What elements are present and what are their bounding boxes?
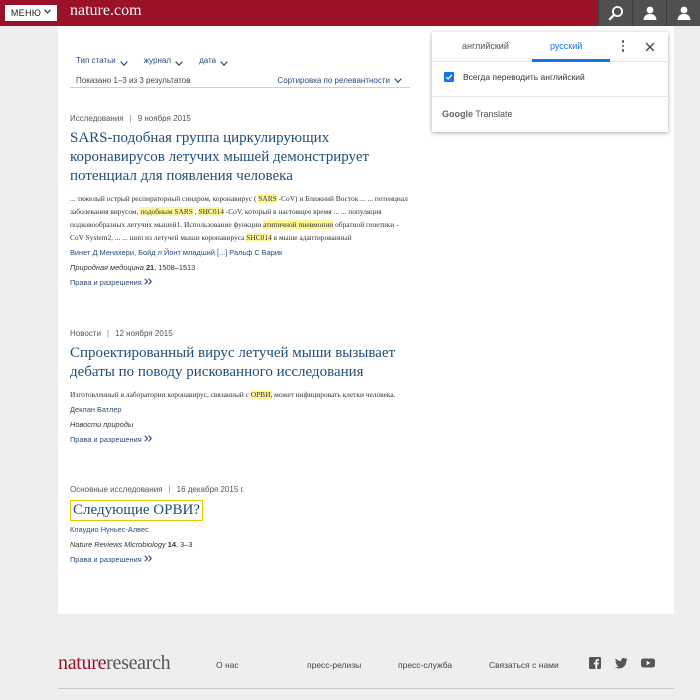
search-button[interactable] — [598, 0, 632, 26]
journal-name: Nature Reviews Microbiology — [70, 540, 166, 549]
author-link[interactable]: Клаудио Нуньес-Алвес — [70, 525, 149, 534]
youtube-icon[interactable] — [641, 656, 655, 668]
twitter-icon[interactable] — [615, 656, 628, 669]
article-title-link[interactable]: SARS-подобная группа циркулирующих корон… — [70, 129, 410, 186]
article-authors: Деклан Батлер — [70, 405, 410, 414]
chevron-down-icon — [119, 59, 128, 68]
menu-button[interactable]: МЕНЮ — [5, 5, 57, 21]
footer-divider — [58, 688, 674, 689]
always-translate-label: Всегда переводить английский — [463, 72, 585, 82]
filter-date[interactable]: дата — [199, 56, 228, 68]
article-authors: Винет Д Менахери, Бойд л Йонт младший [.… — [70, 248, 283, 257]
highlight: атипичной пневмонии — [263, 220, 334, 229]
footer-social-links — [589, 656, 655, 669]
article-authors: Клаудио Нуньес-Алвес — [70, 525, 410, 534]
search-result: Новости | 12 ноября 2015 Спроектированный … — [70, 329, 410, 444]
footer-link-press-releases[interactable]: пресс-релизы — [307, 660, 361, 670]
article-journal: Природная медицина 21, 1508–1513 — [70, 263, 410, 272]
filter-label: журнал — [143, 56, 172, 65]
filter-bar: Тип статьи журнал дата — [76, 56, 244, 68]
article-title-link[interactable]: Спроектированный вирус летучей мыши вызы… — [70, 344, 410, 382]
journal-name: Новости природы — [70, 420, 134, 429]
translate-language-tabs: английский русский — [432, 32, 668, 62]
translate-footer: Google Translate — [432, 96, 668, 132]
filter-label: Тип статьи — [76, 56, 116, 65]
article-type: Новости — [70, 329, 101, 338]
double-chevron-right-icon — [144, 278, 153, 287]
search-icon — [608, 5, 624, 21]
google-translate-logo: Google Translate — [442, 109, 513, 119]
article-snippet: ... тяжелый острый респираторный синдром… — [70, 194, 408, 242]
article-type: Исследования — [70, 114, 124, 123]
translate-popup: английский русский Всегда переводить анг… — [432, 32, 668, 132]
rights-permissions-link[interactable]: Права и разрешения — [70, 435, 410, 444]
journal-name: Природная медицина — [70, 263, 144, 272]
article-type: Основные исследования — [70, 485, 163, 494]
tab-target-language[interactable]: русский — [550, 41, 582, 51]
nature-research-logo[interactable]: natureresearch — [58, 652, 171, 675]
sort-dropdown[interactable]: Сортировка по релевантности — [277, 76, 402, 85]
always-translate-row: Всегда переводить английский — [444, 72, 585, 82]
article-date: 9 ноября 2015 — [137, 114, 191, 123]
always-translate-checkbox[interactable] — [444, 72, 454, 82]
top-navigation-bar: МЕНЮ nature.com — [0, 0, 700, 26]
journal-pages: , 3–3 — [176, 540, 193, 549]
results-count: Показано 1–3 из 3 результатов — [76, 76, 191, 85]
site-brand[interactable]: nature.com — [70, 2, 142, 20]
authors-expand[interactable]: [...] — [217, 248, 227, 257]
highlight: SHC014 — [246, 233, 272, 242]
menu-label: МЕНЮ — [10, 8, 42, 18]
rights-permissions-link[interactable]: Права и разрешения — [70, 555, 410, 564]
account-button[interactable] — [632, 0, 666, 26]
profile-button[interactable] — [666, 0, 700, 26]
article-title-link[interactable]: Следующие ОРВИ? — [70, 500, 203, 521]
filter-journal[interactable]: журнал — [144, 56, 183, 68]
author-link[interactable]: Винет Д Менахери — [70, 248, 134, 257]
active-tab-indicator — [532, 59, 610, 62]
article-meta: Исследования | 9 ноября 2015 — [70, 114, 191, 123]
user-icon — [642, 5, 658, 21]
article-snippet: Изготовленный в лаборатории коронавирус,… — [70, 390, 396, 399]
user-icon — [676, 5, 692, 21]
footer-link-contact[interactable]: Связаться с нами — [489, 660, 559, 670]
author-link[interactable]: Деклан Батлер — [70, 405, 122, 414]
article-meta: Новости | 12 ноября 2015 — [70, 329, 173, 338]
filter-label: дата — [199, 56, 217, 65]
highlight: подобным SARS — [140, 207, 193, 216]
article-journal: Nature Reviews Microbiology 14, 3–3 — [70, 540, 410, 549]
filter-article-type[interactable]: Тип статьи — [76, 56, 128, 68]
double-chevron-right-icon — [144, 555, 153, 564]
chevron-down-icon — [394, 76, 402, 85]
highlight: SARS — [258, 194, 277, 203]
article-date: 12 ноября 2015 — [115, 329, 173, 338]
author-link[interactable]: Ральф С Барик — [229, 248, 282, 257]
highlight: ОРВИ, — [250, 390, 273, 399]
article-meta: Основные исследования | 16 декабря 2015 г. — [70, 485, 245, 494]
journal-volume: 21 — [145, 263, 155, 272]
double-chevron-right-icon — [144, 435, 153, 444]
footer-link-press-office[interactable]: пресс-служба — [398, 660, 452, 670]
more-options-icon[interactable] — [618, 39, 628, 53]
journal-pages: , 1508–1513 — [154, 263, 196, 272]
footer-link-about[interactable]: О нас — [216, 660, 239, 670]
tab-source-language[interactable]: английский — [462, 41, 509, 51]
sort-label: Сортировка по релевантности — [277, 76, 390, 85]
article-journal: Новости природы — [70, 420, 410, 429]
highlight: SHC014 — [198, 207, 224, 216]
facebook-icon[interactable] — [589, 656, 601, 669]
rights-permissions-link[interactable]: Права и разрешения — [70, 278, 410, 287]
article-date: 16 декабря 2015 г. — [176, 485, 245, 494]
journal-volume: 14 — [167, 540, 176, 549]
search-result: Основные исследования | 16 декабря 2015 г.… — [70, 485, 410, 564]
chevron-down-icon — [175, 59, 183, 68]
author-link[interactable]: Бойд л Йонт младший — [138, 248, 215, 257]
search-result: Исследования | 9 ноября 2015 SARS-подобная… — [70, 114, 410, 287]
chevron-down-icon — [220, 59, 228, 68]
close-icon[interactable] — [644, 40, 656, 52]
results-bar: Показано 1–3 из 3 результатов Сортировка… — [70, 72, 410, 88]
chevron-down-icon — [44, 8, 52, 16]
